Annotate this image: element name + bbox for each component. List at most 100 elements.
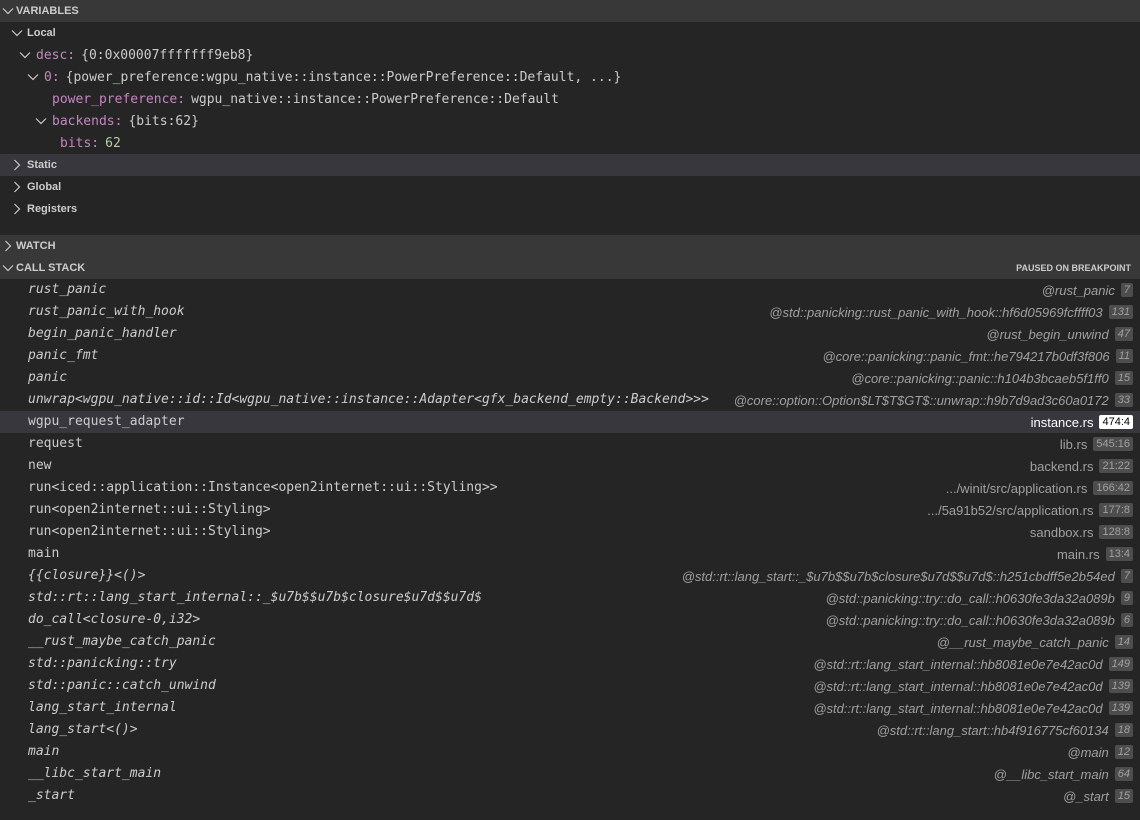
stack-frame-name: lang_start<()> xyxy=(28,722,138,737)
watch-title: WATCH xyxy=(16,240,56,252)
scope-global[interactable]: Global xyxy=(0,176,1140,198)
stack-frame-line-badge: 13:4 xyxy=(1105,547,1133,561)
stack-frame-name: panic_fmt xyxy=(28,348,99,363)
stack-frame[interactable]: unwrap<wgpu_native::id::Id<wgpu_native::… xyxy=(0,389,1140,411)
stack-frame-name: lang_start_internal xyxy=(28,700,177,715)
stack-frame-file: sandbox.rs xyxy=(1029,524,1094,540)
stack-frame-location: @std::rt::lang_start_internal::hb8081e0e… xyxy=(813,653,1133,675)
chevron-right-icon xyxy=(2,240,14,252)
stack-frame[interactable]: _start @_start 15 xyxy=(0,785,1140,807)
stack-frame-location: @std::panicking::try::do_call::h0630fe3d… xyxy=(826,587,1133,609)
variable-name: bits: xyxy=(60,135,100,151)
stack-frame[interactable]: panic_fmt @core::panicking::panic_fmt::he… xyxy=(0,345,1140,367)
stack-frame[interactable]: main @main 12 xyxy=(0,741,1140,763)
stack-frame[interactable]: lang_start_internal @std::rt::lang_start_… xyxy=(0,697,1140,719)
stack-frame-file: @__rust_maybe_catch_panic xyxy=(936,634,1109,650)
stack-frame[interactable]: std::panic::catch_unwind @std::rt::lang_s… xyxy=(0,675,1140,697)
stack-frame-name: do_call<closure-0,i32> xyxy=(28,612,201,627)
stack-frame-line-badge: 21:22 xyxy=(1099,459,1133,473)
stack-frame[interactable]: run<open2internet::ui::Styling> .../5a91b… xyxy=(0,499,1140,521)
stack-frame[interactable]: std::panicking::try @std::rt::lang_start_… xyxy=(0,653,1140,675)
stack-frame-file: @std::rt::lang_start_internal::hb8081e0e… xyxy=(813,656,1103,672)
variable-power-preference[interactable]: power_preference: wgpu_native::instance:… xyxy=(0,88,1140,110)
stack-frame-file: @_start xyxy=(1063,788,1109,804)
stack-frame-file: .../5a91b52/src/application.rs xyxy=(927,502,1094,518)
stack-frame[interactable]: new backend.rs 21:22 xyxy=(0,455,1140,477)
stack-frame[interactable]: __rust_maybe_catch_panic @__rust_maybe_ca… xyxy=(0,631,1140,653)
stack-frame-location: @std::rt::lang_start_internal::hb8081e0e… xyxy=(813,697,1133,719)
variables-section-header[interactable]: VARIABLES xyxy=(0,0,1140,22)
stack-frame[interactable]: panic @core::panicking::panic::h104b3bcae… xyxy=(0,367,1140,389)
scope-static[interactable]: Static xyxy=(0,154,1140,176)
stack-frame[interactable]: request lib.rs 545:16 xyxy=(0,433,1140,455)
variable-bits[interactable]: bits: 62 xyxy=(0,132,1140,154)
variable-name: power_preference: xyxy=(52,91,186,107)
stack-frame[interactable]: lang_start<()> @std::rt::lang_start::hb4f… xyxy=(0,719,1140,741)
stack-frame-name: __libc_start_main xyxy=(28,766,162,781)
variable-value: {bits:62} xyxy=(128,113,199,129)
stack-frame-file: @std::panicking::try::do_call::h0630fe3d… xyxy=(825,612,1115,628)
stack-frame-file: backend.rs xyxy=(1029,458,1094,474)
stack-frame-name: __rust_maybe_catch_panic xyxy=(28,634,216,649)
stack-frame-line-badge: 14 xyxy=(1114,635,1133,649)
stack-frame-name: new xyxy=(28,458,52,473)
stack-frame-line-badge: 149 xyxy=(1108,657,1133,671)
stack-frame-name: unwrap<wgpu_native::id::Id<wgpu_native::… xyxy=(28,392,709,407)
stack-frame-name: main xyxy=(28,744,60,759)
stack-frame-line-badge: 128:8 xyxy=(1099,525,1133,539)
scope-global-label: Global xyxy=(27,181,62,193)
watch-section-header[interactable]: WATCH xyxy=(0,235,1140,257)
stack-frame[interactable]: begin_panic_handler @rust_begin_unwind 47 xyxy=(0,323,1140,345)
scope-registers[interactable]: Registers xyxy=(0,198,1140,220)
variable-value: {0:0x00007fffffff9eb8} xyxy=(81,47,254,63)
stack-frame-location: @std::rt::lang_start::hb4f916775cf60134 1… xyxy=(877,719,1133,741)
scope-local[interactable]: Local xyxy=(0,22,1140,44)
variable-desc[interactable]: desc: {0:0x00007fffffff9eb8} xyxy=(0,44,1140,66)
stack-frame-location: @_start 15 xyxy=(1063,785,1133,807)
stack-frame-line-badge: 545:16 xyxy=(1093,437,1133,451)
variable-backends[interactable]: backends: {bits:62} xyxy=(0,110,1140,132)
stack-frame-name: rust_panic xyxy=(28,282,107,297)
stack-frame-location: @std::panicking::rust_panic_with_hook::h… xyxy=(769,301,1133,323)
chevron-down-icon xyxy=(2,262,14,274)
stack-frame-file: main.rs xyxy=(1056,546,1100,562)
call-stack-status: PAUSED ON BREAKPOINT xyxy=(1016,263,1131,273)
stack-frame[interactable]: main main.rs 13:4 xyxy=(0,543,1140,565)
stack-frame-name: std::rt::lang_start_internal::_$u7b$$u7b… xyxy=(28,590,482,605)
call-stack-list: rust_panic @rust_panic 7 rust_panic_with_ho… xyxy=(0,279,1140,807)
chevron-right-icon xyxy=(11,181,23,193)
stack-frame[interactable]: run<iced::application::Instance<open2int… xyxy=(0,477,1140,499)
stack-frame-file: .../winit/src/application.rs xyxy=(945,480,1088,496)
stack-frame[interactable]: do_call<closure-0,i32> @std::panicking::t… xyxy=(0,609,1140,631)
stack-frame-file: @core::option::Option$LT$T$GT$::unwrap::… xyxy=(733,392,1109,408)
stack-frame-line-badge: 6 xyxy=(1120,613,1133,627)
variable-item-0[interactable]: 0: {power_preference:wgpu_native::instan… xyxy=(0,66,1140,88)
stack-frame-line-badge: 7 xyxy=(1120,283,1133,297)
stack-frame-name: begin_panic_handler xyxy=(28,326,177,341)
chevron-down-icon xyxy=(27,71,39,83)
stack-frame[interactable]: {{closure}}<()> @std::rt::lang_start::_$u… xyxy=(0,565,1140,587)
stack-frame-location: @__rust_maybe_catch_panic 14 xyxy=(937,631,1133,653)
stack-frame-location: .../5a91b52/src/application.rs 177:8 xyxy=(927,499,1133,521)
stack-frame-location: @core::panicking::panic::h104b3bcaeb5f1f… xyxy=(851,367,1133,389)
call-stack-section-header[interactable]: CALL STACK PAUSED ON BREAKPOINT xyxy=(0,257,1140,279)
stack-frame[interactable]: wgpu_request_adapter instance.rs 474:4 xyxy=(0,411,1140,433)
stack-frame-line-badge: 15 xyxy=(1114,371,1133,385)
stack-frame-line-badge: 47 xyxy=(1114,327,1133,341)
stack-frame[interactable]: rust_panic @rust_panic 7 xyxy=(0,279,1140,301)
stack-frame-file: @std::rt::lang_start_internal::hb8081e0e… xyxy=(813,700,1103,716)
stack-frame-line-badge: 166:42 xyxy=(1093,481,1133,495)
stack-frame-line-badge: 177:8 xyxy=(1099,503,1133,517)
stack-frame[interactable]: run<open2internet::ui::Styling> sandbox.r… xyxy=(0,521,1140,543)
stack-frame-name: std::panic::catch_unwind xyxy=(28,678,216,693)
call-stack-title: CALL STACK xyxy=(16,262,86,274)
stack-frame[interactable]: __libc_start_main @__libc_start_main 64 xyxy=(0,763,1140,785)
stack-frame-line-badge: 11 xyxy=(1115,349,1133,363)
stack-frame-location: backend.rs 21:22 xyxy=(1030,455,1133,477)
stack-frame-line-badge: 7 xyxy=(1120,569,1133,583)
stack-frame-name: main xyxy=(28,546,60,561)
stack-frame-location: @rust_begin_unwind 47 xyxy=(986,323,1133,345)
stack-frame-location: sandbox.rs 128:8 xyxy=(1030,521,1133,543)
stack-frame[interactable]: rust_panic_with_hook @std::panicking::rus… xyxy=(0,301,1140,323)
stack-frame[interactable]: std::rt::lang_start_internal::_$u7b$$u7b… xyxy=(0,587,1140,609)
